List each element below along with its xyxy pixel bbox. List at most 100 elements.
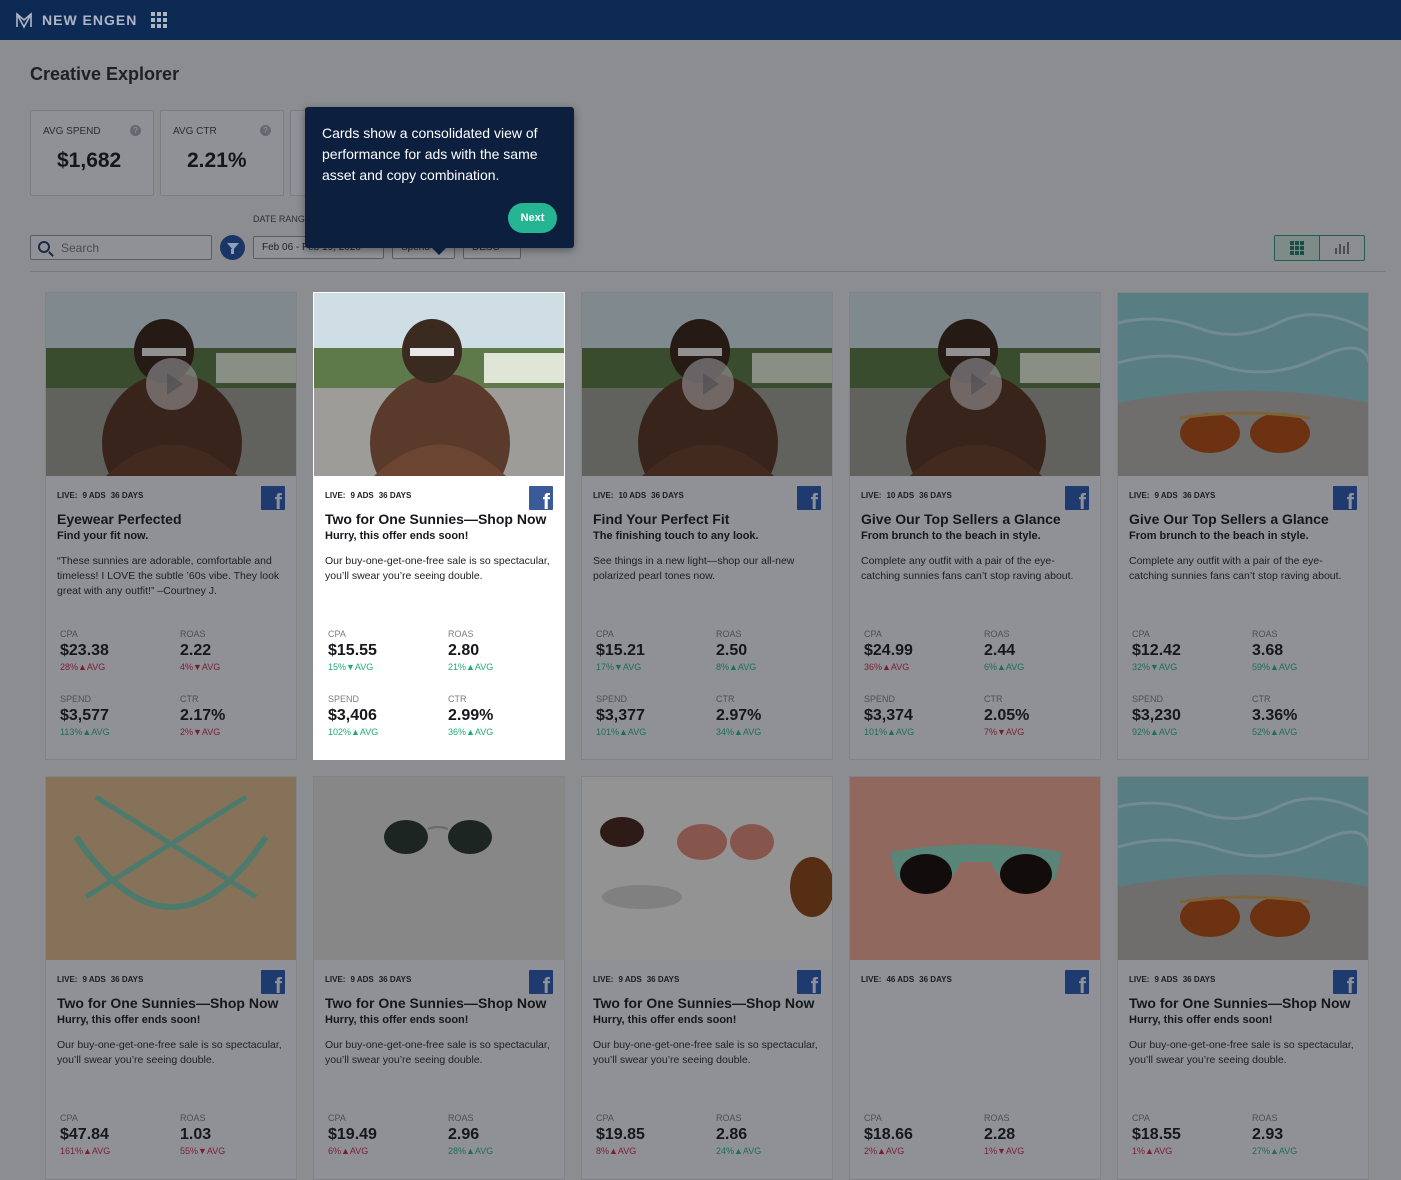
- metric-delta: 6%▲AVG: [328, 1146, 369, 1156]
- metric-value: 2.17%: [180, 707, 226, 724]
- kpi-value: 2.21%: [187, 149, 247, 172]
- play-icon[interactable]: [950, 358, 1002, 410]
- card-headline: Eyewear Perfected: [57, 511, 182, 527]
- facebook-icon: [1333, 970, 1357, 994]
- metric-label: CPA: [864, 1113, 882, 1123]
- metric-label: SPEND: [328, 694, 360, 704]
- card-headline: Two for One Sunnies—Shop Now: [325, 511, 547, 527]
- card-subheadline: The finishing touch to any look.: [593, 530, 759, 542]
- metric-value: 2.22: [180, 642, 212, 659]
- creative-thumbnail[interactable]: [46, 293, 296, 476]
- days-count: 36 DAYS: [378, 491, 412, 500]
- live-meta: LIVE: 9 ADS 36 DAYS: [325, 491, 411, 500]
- search-icon: [38, 241, 50, 253]
- bar-chart-icon: [1335, 242, 1349, 254]
- metric-value: $23.38: [60, 642, 109, 659]
- metric-delta: 15%▼AVG: [328, 662, 374, 672]
- ads-count: 9 ADS: [1154, 491, 1178, 500]
- metric-value: 2.96: [448, 1126, 480, 1143]
- creative-thumbnail[interactable]: [46, 777, 296, 960]
- live-meta: LIVE: 10 ADS 36 DAYS: [593, 491, 684, 500]
- creative-thumbnail[interactable]: [1118, 777, 1368, 960]
- metric-delta: 6%▲AVG: [984, 662, 1025, 672]
- card-body-text: Complete any outfit with a pair of the e…: [1129, 555, 1342, 582]
- metric-cpa: CPA $15.21 17%▼AVG: [596, 629, 706, 672]
- metric-ctr: CTR 2.17% 2%▼AVG: [180, 694, 290, 737]
- days-count: 36 DAYS: [919, 975, 952, 984]
- card-subheadline: Hurry, this offer ends soon!: [593, 1014, 737, 1026]
- play-icon[interactable]: [146, 358, 198, 410]
- apps-grid-icon[interactable]: [151, 12, 168, 28]
- metric-value: 2.44: [984, 642, 1016, 659]
- days-count: 36 DAYS: [651, 491, 684, 500]
- metric-value: $3,230: [1132, 707, 1181, 724]
- creative-card[interactable]: LIVE: 9 ADS 36 DAYS Two for One Sunnies—Sho…: [581, 776, 833, 1180]
- metric-delta: 113%▲AVG: [60, 727, 110, 737]
- live-meta: LIVE: 9 ADS 36 DAYS: [1129, 491, 1215, 500]
- metric-roas: ROAS 2.80 21%▲AVG: [448, 629, 558, 672]
- card-body-text: Our buy-one-get-one-free sale is so spec…: [1129, 1039, 1354, 1066]
- metric-delta: 28%▲AVG: [448, 1146, 494, 1156]
- creative-card[interactable]: LIVE: 10 ADS 36 DAYS Find Your Perfect Fit T…: [581, 292, 833, 760]
- filter-button[interactable]: [220, 235, 245, 260]
- search-box: [30, 235, 212, 260]
- creative-card[interactable]: LIVE: 9 ADS 36 DAYS Two for One Sunnies—Sho…: [1117, 776, 1369, 1180]
- creative-thumbnail[interactable]: [1118, 293, 1368, 476]
- creative-card[interactable]: LIVE: 9 ADS 36 DAYS Two for One Sunnies—Sho…: [313, 292, 565, 760]
- new-engen-logo-icon[interactable]: [14, 10, 34, 30]
- metric-value: $15.21: [596, 642, 645, 659]
- creative-thumbnail[interactable]: [314, 293, 564, 476]
- metric-roas: ROAS 2.93 27%▲AVG: [1252, 1113, 1362, 1156]
- metric-cpa: CPA $12.42 32%▼AVG: [1132, 629, 1242, 672]
- creative-thumbnail[interactable]: [582, 293, 832, 476]
- facebook-icon: [1333, 486, 1357, 510]
- creative-card[interactable]: LIVE: 46 ADS 36 DAYS CPA $18.66 2%▲AVG ROAS 2.2…: [849, 776, 1101, 1180]
- creative-thumbnail[interactable]: [850, 293, 1100, 476]
- creative-card[interactable]: LIVE: 9 ADS 36 DAYS Eyewear Perfected Find y…: [45, 292, 297, 760]
- facebook-icon: [797, 486, 821, 510]
- help-icon[interactable]: ?: [130, 125, 141, 136]
- metric-label: SPEND: [1132, 694, 1164, 704]
- grid-view-button[interactable]: [1275, 236, 1320, 260]
- ads-count: 9 ADS: [82, 491, 106, 500]
- metric-cpa: CPA $19.49 6%▲AVG: [328, 1113, 438, 1156]
- live-label: LIVE:: [1129, 491, 1150, 500]
- kpi-avg-ctr: AVG CTR ? 2.21%: [160, 110, 284, 196]
- metric-delta: 161%▲AVG: [60, 1146, 111, 1156]
- creative-card[interactable]: LIVE: 9 ADS 36 DAYS Give Our Top Sellers a …: [1117, 292, 1369, 760]
- metric-value: $18.55: [1132, 1126, 1181, 1143]
- creative-thumbnail[interactable]: [314, 777, 564, 960]
- card-body-text: Our buy-one-get-one-free sale is so spec…: [325, 555, 550, 582]
- creative-thumbnail[interactable]: [582, 777, 832, 960]
- metric-label: CPA: [328, 629, 346, 639]
- search-input[interactable]: [61, 241, 201, 255]
- creative-card[interactable]: LIVE: 10 ADS 36 DAYS Give Our Top Sellers a…: [849, 292, 1101, 760]
- top-bar: NEW ENGEN: [0, 0, 1401, 40]
- metric-delta: 24%▲AVG: [716, 1146, 762, 1156]
- creative-card[interactable]: LIVE: 9 ADS 36 DAYS Two for One Sunnies—Sho…: [45, 776, 297, 1180]
- metric-cpa: CPA $15.55 15%▼AVG: [328, 629, 438, 672]
- metric-delta: 36%▲AVG: [864, 662, 910, 672]
- tooltip-arrow: [431, 247, 447, 255]
- metric-delta: 59%▲AVG: [1252, 662, 1298, 672]
- next-button[interactable]: Next: [508, 203, 557, 233]
- live-label: LIVE:: [593, 491, 614, 500]
- card-body-text: Our buy-one-get-one-free sale is so spec…: [57, 1039, 282, 1066]
- date-range-label: DATE RANG: [253, 214, 305, 224]
- chart-view-button[interactable]: [1320, 236, 1364, 260]
- brand-name[interactable]: NEW ENGEN: [42, 12, 137, 28]
- metric-ctr: CTR 2.97% 34%▲AVG: [716, 694, 826, 737]
- metric-value: 2.80: [448, 642, 480, 659]
- help-icon[interactable]: ?: [260, 125, 271, 136]
- card-headline: Two for One Sunnies—Shop Now: [1129, 995, 1351, 1011]
- live-label: LIVE:: [861, 491, 882, 500]
- play-icon[interactable]: [682, 358, 734, 410]
- card-subheadline: Hurry, this offer ends soon!: [325, 1014, 469, 1026]
- metric-value: 2.86: [716, 1126, 748, 1143]
- metric-value: $19.85: [596, 1126, 645, 1143]
- creative-thumbnail[interactable]: [850, 777, 1100, 960]
- creative-card[interactable]: LIVE: 9 ADS 36 DAYS Two for One Sunnies—Sho…: [313, 776, 565, 1180]
- card-subheadline: From brunch to the beach in style.: [861, 530, 1041, 542]
- card-subheadline: Hurry, this offer ends soon!: [57, 1014, 201, 1026]
- metric-value: $3,377: [596, 707, 645, 724]
